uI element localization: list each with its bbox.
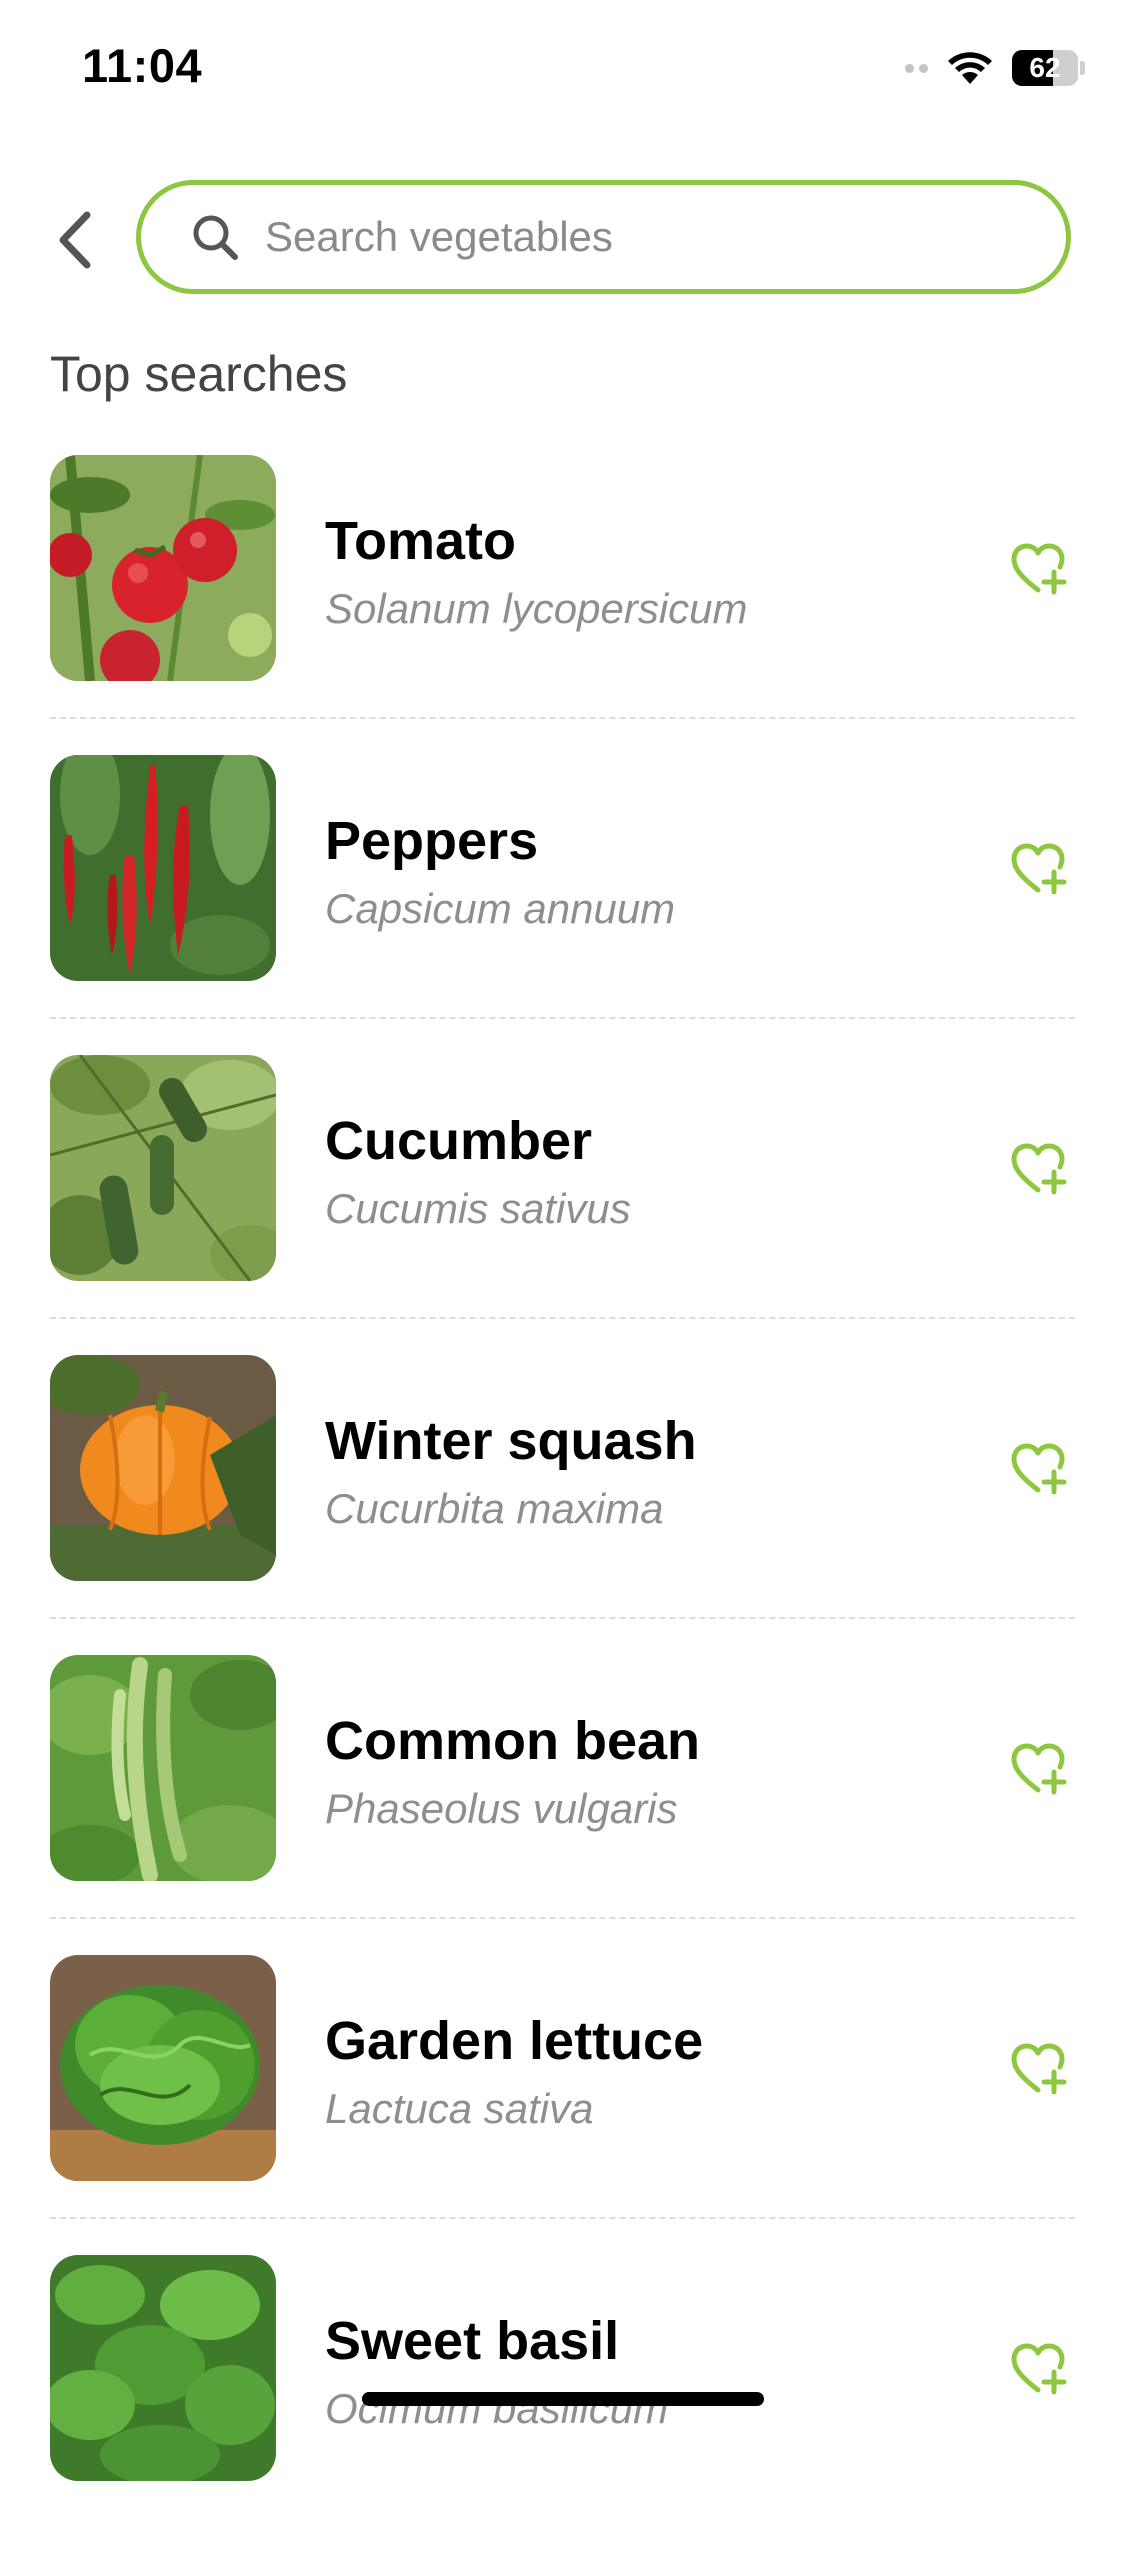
tomato-image <box>50 455 276 681</box>
add-favorite-button[interactable] <box>1008 2340 1072 2400</box>
item-name: Winter squash <box>325 1411 697 1471</box>
search-icon <box>189 211 241 263</box>
item-latin-name: Solanum lycopersicum <box>325 585 748 632</box>
list-divider <box>50 2217 1075 2219</box>
item-name: Peppers <box>325 811 539 871</box>
heart-plus-icon <box>1011 1443 1067 1495</box>
list-divider <box>50 1617 1075 1619</box>
heart-plus-icon <box>1011 543 1067 595</box>
list-item[interactable]: Tomato Solanum lycopersicum <box>0 455 1125 755</box>
garden-lettuce-image <box>50 1955 276 2181</box>
item-latin-name: Cucurbita maxima <box>325 1485 664 1532</box>
item-name: Garden lettuce <box>325 2011 704 2071</box>
list-item[interactable]: Garden lettuce Lactuca sativa <box>0 1955 1125 2255</box>
list-item[interactable]: Peppers Capsicum annuum <box>0 755 1125 1055</box>
item-name: Sweet basil <box>325 2311 620 2371</box>
winter-squash-image <box>50 1355 276 1581</box>
add-favorite-button[interactable] <box>1008 840 1072 900</box>
heart-plus-icon <box>1011 1143 1067 1195</box>
list-item[interactable]: Winter squash Cucurbita maxima <box>0 1355 1125 1655</box>
status-bar: 11:04 62 <box>0 0 1125 140</box>
list-item[interactable]: Common bean Phaseolus vulgaris <box>0 1655 1125 1955</box>
search-input[interactable] <box>263 212 1027 262</box>
add-favorite-button[interactable] <box>1008 540 1072 600</box>
item-latin-name: Cucumis sativus <box>325 1185 631 1232</box>
add-favorite-button[interactable] <box>1008 1740 1072 1800</box>
heart-plus-icon <box>1011 1743 1067 1795</box>
heart-plus-icon <box>1011 2343 1067 2395</box>
add-favorite-button[interactable] <box>1008 2040 1072 2100</box>
list-divider <box>50 717 1075 719</box>
item-latin-name: Capsicum annuum <box>325 885 676 932</box>
item-name: Common bean <box>325 1711 701 1771</box>
list-divider <box>50 1917 1075 1919</box>
cucumber-image <box>50 1055 276 1281</box>
item-latin-name: Lactuca sativa <box>325 2085 594 2132</box>
status-time: 11:04 <box>82 39 203 92</box>
list-divider <box>50 1017 1075 1019</box>
heart-plus-icon <box>1011 2043 1067 2095</box>
list-divider <box>50 1317 1075 1319</box>
add-favorite-button[interactable] <box>1008 1140 1072 1200</box>
battery-level: 62 <box>1029 52 1061 83</box>
heart-plus-icon <box>1011 843 1067 895</box>
sweet-basil-image <box>50 2255 276 2481</box>
status-icons: 62 <box>905 46 1085 90</box>
search-bar[interactable] <box>136 180 1071 294</box>
cellular-signal-icon <box>905 63 928 73</box>
battery-icon: 62 <box>1012 50 1078 86</box>
home-indicator[interactable] <box>362 2392 764 2406</box>
list-item[interactable]: Cucumber Cucumis sativus <box>0 1055 1125 1355</box>
back-button[interactable] <box>50 205 100 275</box>
add-favorite-button[interactable] <box>1008 1440 1072 1500</box>
chevron-left-icon <box>59 211 91 269</box>
common-bean-image <box>50 1655 276 1881</box>
vegetable-list: Tomato Solanum lycopersicum Peppers Caps… <box>0 455 1125 2555</box>
peppers-image <box>50 755 276 981</box>
item-latin-name: Phaseolus vulgaris <box>325 1785 678 1832</box>
item-name: Tomato <box>325 511 516 571</box>
wifi-icon <box>948 52 992 84</box>
section-title: Top searches <box>50 346 348 402</box>
item-name: Cucumber <box>325 1111 593 1171</box>
